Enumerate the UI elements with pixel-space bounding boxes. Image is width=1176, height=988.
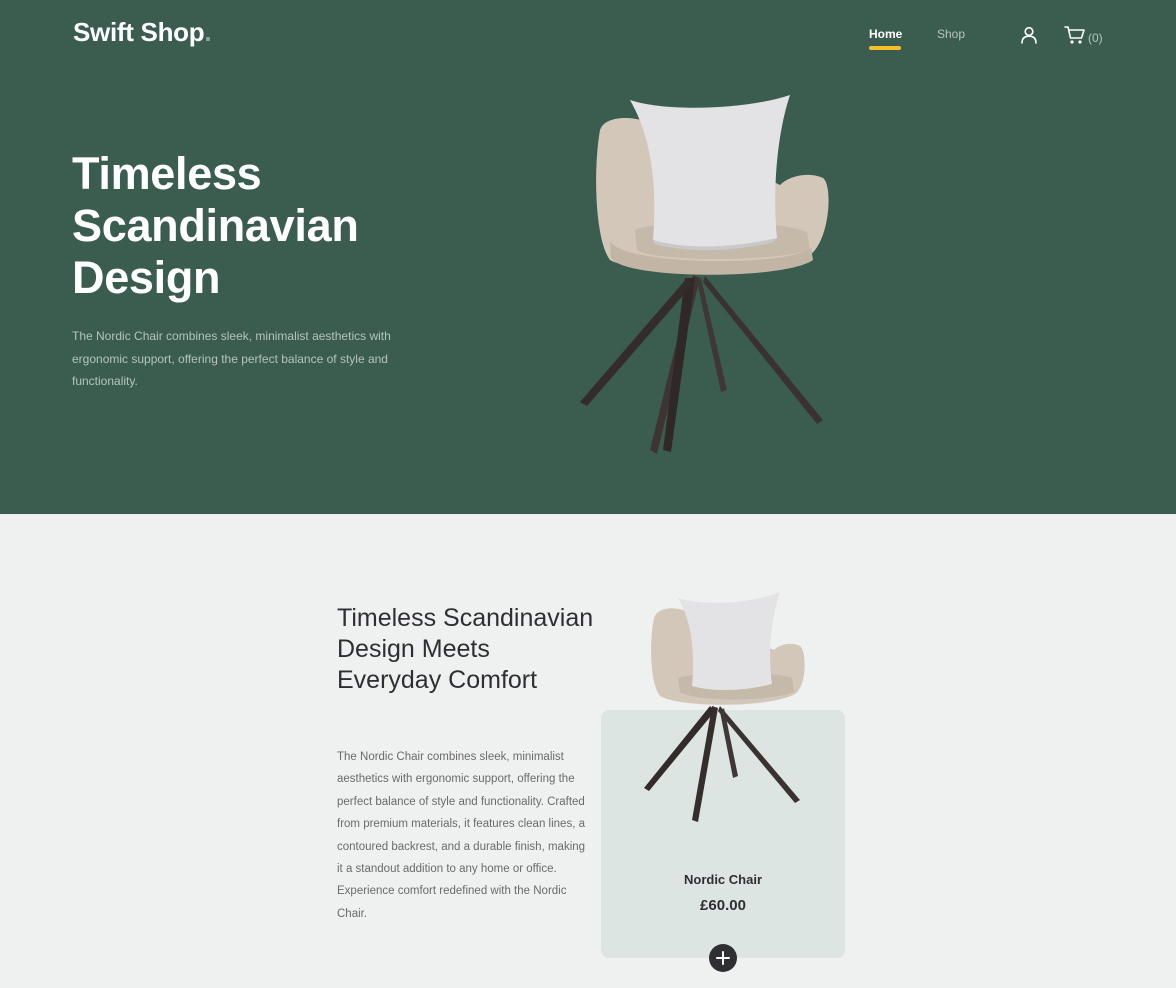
add-to-cart-button[interactable]	[709, 944, 737, 972]
nav-home-link[interactable]: Home	[869, 27, 902, 50]
cart-icon	[1064, 25, 1086, 50]
hero-chair-image	[580, 95, 829, 454]
feature-title: Timeless Scandinavian Design Meets Every…	[337, 604, 594, 694]
hero-title: Timeless Scandinavian Design	[72, 148, 359, 303]
product-price: £60.00	[700, 897, 746, 914]
plus-icon	[716, 951, 730, 965]
cart-count: (0)	[1088, 30, 1103, 45]
hero-description: The Nordic Chair combines sleek, minimal…	[72, 329, 391, 388]
product-name: Nordic Chair	[683, 872, 762, 887]
logo[interactable]: Swift Shop.	[73, 17, 212, 48]
feature-description: The Nordic Chair combines sleek, minimal…	[337, 751, 586, 920]
nav-shop-link[interactable]: Shop	[937, 27, 965, 41]
user-icon[interactable]	[1019, 25, 1039, 45]
product-chair-image	[644, 592, 805, 822]
cart-button[interactable]: (0)	[1064, 25, 1103, 50]
logo-dot: .	[204, 17, 212, 47]
feature-section	[0, 514, 1176, 988]
logo-text: Swift Shop	[73, 17, 205, 47]
hero-section: Swift Shop. Home Shop (0) Timeless Scand…	[0, 0, 1176, 514]
